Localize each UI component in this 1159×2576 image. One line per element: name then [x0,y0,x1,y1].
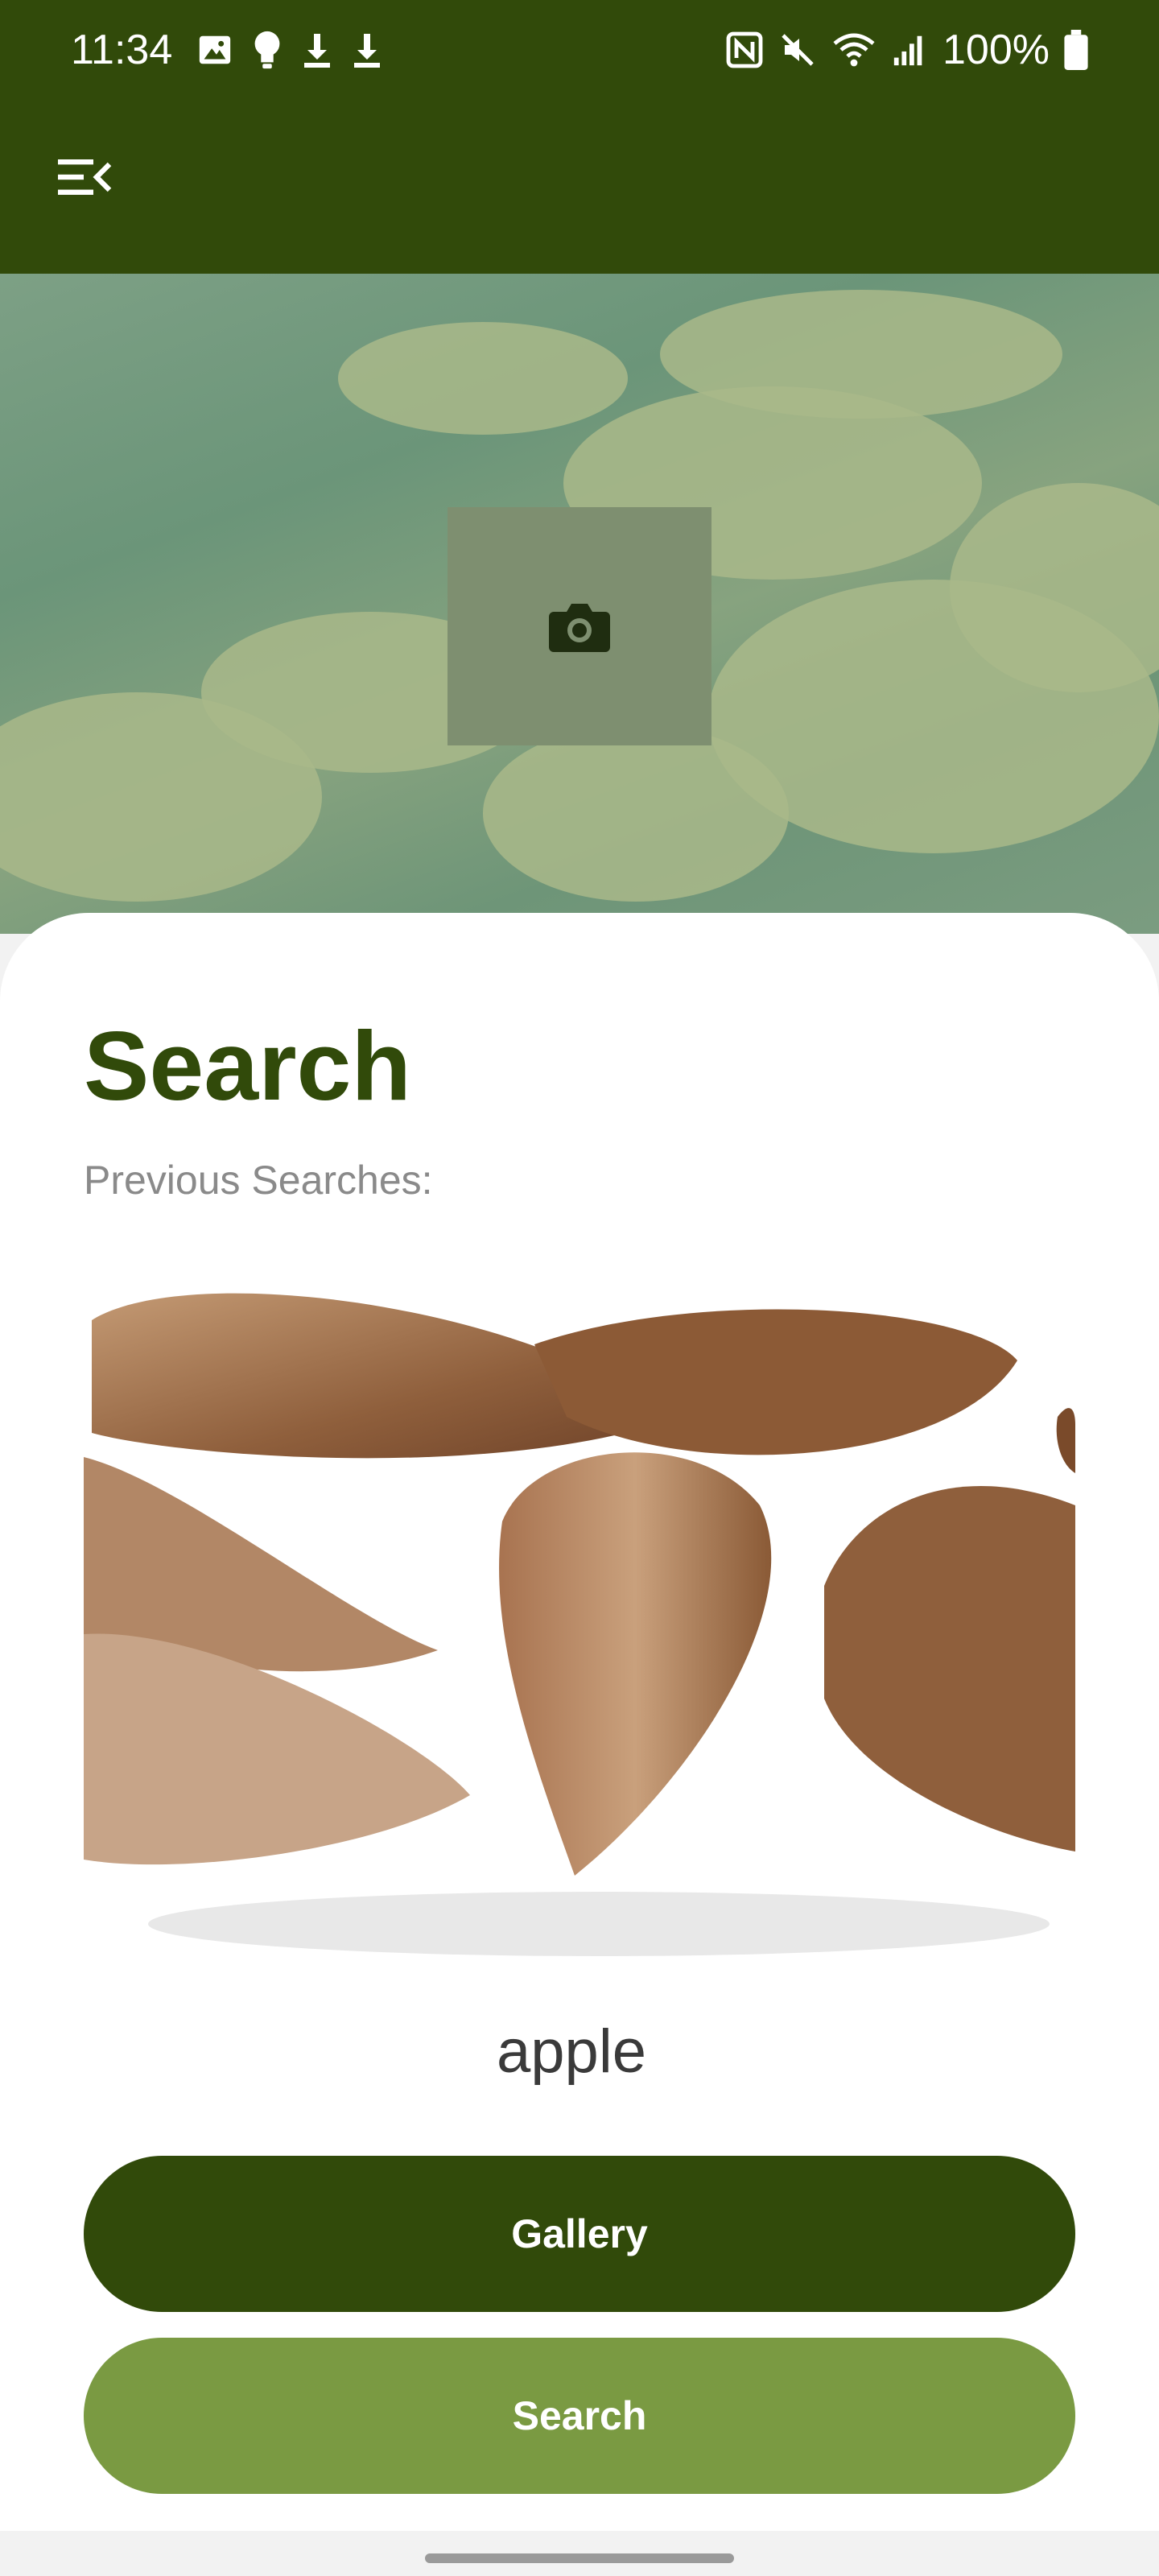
signal-icon [893,35,922,66]
lightbulb-icon [254,31,280,69]
download-icon [354,34,380,68]
cloud-shape [338,322,628,435]
app-screen: 11:34 100% Search Previous Searches: app… [0,0,1159,2576]
search-button-label: Search [512,2393,647,2438]
menu-button[interactable] [45,142,122,213]
system-icons: 100% [725,24,1088,76]
home-gesture-handle[interactable] [425,2553,734,2563]
gallery-button[interactable]: Gallery [84,2156,1075,2312]
battery-percent: 100% [942,27,1050,73]
gallery-icon [199,35,231,64]
gesture-navigation-bar [0,2531,1159,2576]
download-icon [304,34,330,68]
mute-icon [782,34,814,66]
previous-search-result: apple [497,2017,646,2086]
search-button[interactable]: Search [84,2338,1075,2494]
cloud-shape [483,724,789,902]
previous-searches-label: Previous Searches: [84,1158,433,1203]
previous-search-image[interactable] [84,1216,1075,1964]
camera-button[interactable] [448,507,711,745]
status-bar: 11:34 100% [0,0,1159,100]
wifi-icon [833,33,875,67]
status-time: 11:34 [71,27,173,73]
nfc-icon [726,31,763,68]
search-card: Search Previous Searches: apple Gallery … [0,913,1159,2531]
gallery-button-label: Gallery [511,2211,648,2256]
hero-background [0,274,1159,934]
camera-icon [549,604,610,652]
battery-icon [1064,30,1088,70]
seeds-image [84,1216,1075,1964]
menu-collapse-icon [58,159,112,195]
notification-icons [196,29,383,71]
page-title: Search [84,1011,411,1121]
top-app-bar: 11:34 100% [0,0,1159,274]
